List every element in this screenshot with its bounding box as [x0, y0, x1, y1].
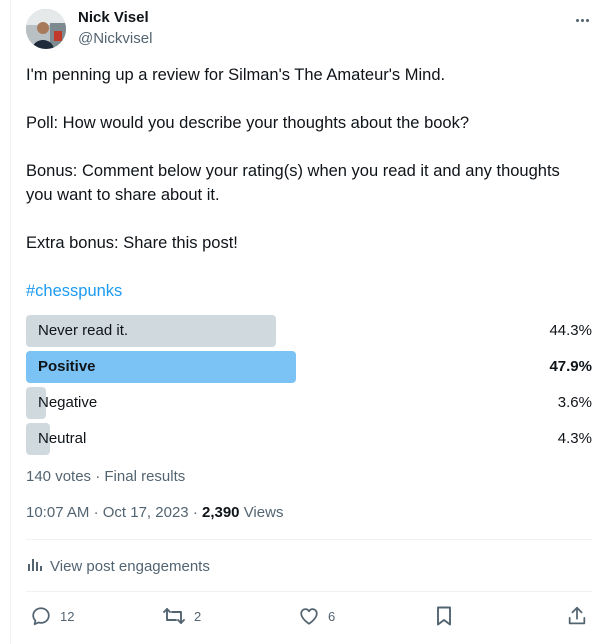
repost-icon	[162, 605, 186, 627]
poll-option-percent: 4.3%	[557, 430, 592, 447]
like-count: 6	[328, 608, 336, 624]
author-handle[interactable]: @Nickvisel	[78, 30, 152, 48]
poll-status: Final results	[104, 468, 186, 485]
view-engagements-label: View post engagements	[50, 557, 210, 575]
poll-summary: 140 votes · Final results	[26, 467, 185, 487]
avatar[interactable]	[26, 9, 66, 49]
repost-button[interactable]: 2	[162, 603, 201, 629]
poll-option: Negative 3.6%	[26, 387, 592, 419]
bookmark-button[interactable]	[434, 603, 454, 629]
poll-option-label: Negative	[38, 394, 98, 411]
separator: ·	[93, 504, 99, 521]
post-time[interactable]: 10:07 AM	[26, 504, 89, 521]
poll-option-label: Positive	[38, 358, 96, 375]
view-engagements-link[interactable]: View post engagements	[26, 555, 210, 577]
tweet-text-line-3: Bonus: Comment below your rating(s) when…	[26, 162, 560, 180]
poll-option-percent: 47.9%	[549, 358, 592, 375]
tweet-text-line-5: Extra bonus: Share this post!	[26, 234, 238, 252]
separator: ·	[95, 468, 101, 485]
post-metadata: 10:07 AM · Oct 17, 2023 · 2,390 Views	[26, 503, 283, 523]
tweet-text-line-1: I'm penning up a review for Silman's The…	[26, 66, 446, 84]
hashtag-link[interactable]: #chesspunks	[26, 279, 601, 303]
bookmark-icon	[434, 605, 454, 627]
separator: ·	[192, 504, 198, 521]
post-date[interactable]: Oct 17, 2023	[103, 504, 189, 521]
views-label: Views	[243, 504, 284, 521]
divider	[26, 539, 592, 540]
poll-option: Positive 47.9%	[26, 351, 592, 383]
share-button[interactable]	[566, 603, 588, 629]
divider	[26, 591, 592, 592]
like-icon	[298, 605, 320, 627]
poll-option-percent: 44.3%	[549, 322, 592, 339]
reply-button[interactable]: 12	[30, 603, 74, 629]
tweet-text-line-2: Poll: How would you describe your though…	[26, 114, 470, 132]
poll-option-percent: 3.6%	[557, 394, 592, 411]
poll-option: Neutral 4.3%	[26, 423, 592, 455]
author-name[interactable]: Nick Visel	[78, 9, 149, 27]
analytics-icon	[26, 555, 44, 577]
poll-option-label: Neutral	[38, 430, 87, 447]
poll-votes: 140 votes	[26, 468, 92, 485]
action-bar: 12 2 6	[26, 603, 592, 629]
poll-option: Never read it. 44.3%	[26, 315, 592, 347]
share-icon	[566, 605, 588, 627]
poll-option-label: Never read it.	[38, 322, 129, 339]
tweet-text-line-4: you want to share about it.	[26, 186, 220, 204]
more-icon[interactable]	[570, 10, 594, 30]
reply-icon	[30, 605, 52, 627]
repost-count: 2	[194, 608, 202, 624]
views-count: 2,390	[201, 504, 240, 521]
reply-count: 12	[60, 608, 75, 624]
like-button[interactable]: 6	[298, 603, 335, 629]
